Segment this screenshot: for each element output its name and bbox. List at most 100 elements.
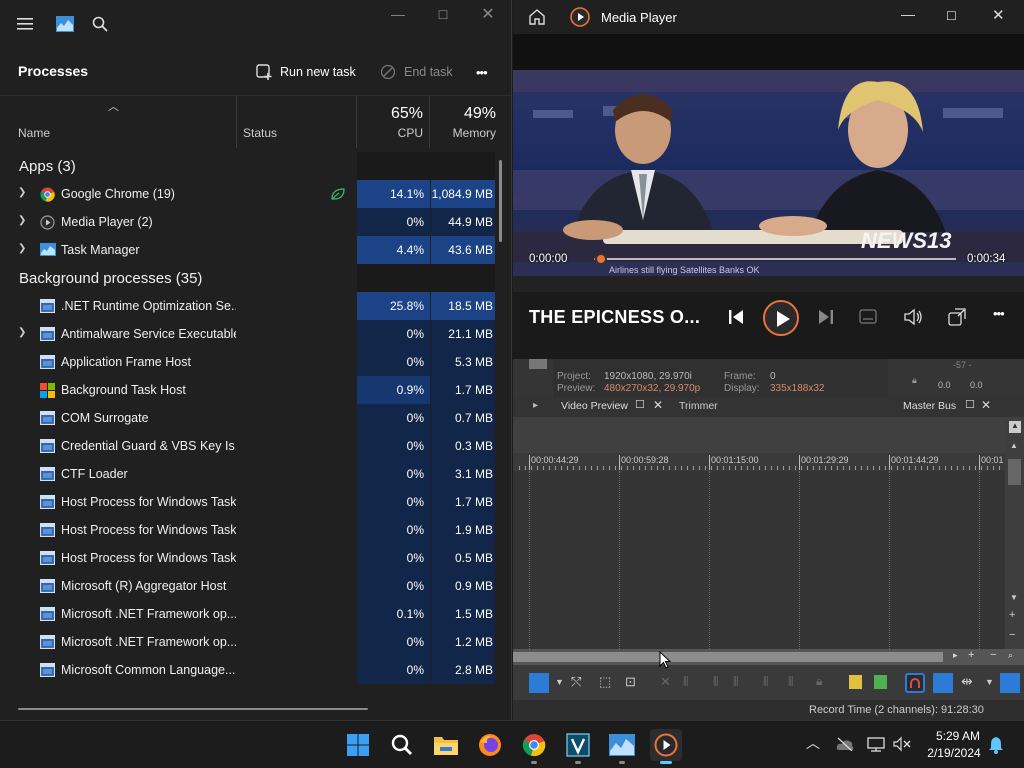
- lock-envelopes-icon[interactable]: [1000, 673, 1020, 693]
- process-row[interactable]: ❯ Google Chrome (19) 14.1% 1,084.9 MB: [0, 180, 500, 208]
- next-icon[interactable]: [817, 308, 835, 326]
- captions-icon[interactable]: [859, 309, 877, 325]
- process-row[interactable]: ❯ Antimalware Service Executable 0% 21.1…: [0, 320, 500, 348]
- process-row[interactable]: Microsoft .NET Framework op... 0% 1.2 MB: [0, 628, 500, 656]
- expand-chevron-icon[interactable]: ❯: [18, 327, 30, 341]
- scroll-down-arrow[interactable]: ▼: [1010, 593, 1018, 602]
- start-button[interactable]: [342, 729, 374, 761]
- tray-overflow-chevron-icon[interactable]: ︿: [806, 733, 820, 753]
- timeline-hscroll[interactable]: ▸ + − ⌕: [513, 649, 1024, 665]
- process-row[interactable]: COM Surrogate 0% 0.7 MB: [0, 404, 500, 432]
- tool-dropdown-arrow[interactable]: ▼: [555, 677, 564, 687]
- process-row[interactable]: Microsoft Common Language... 0% 2.8 MB: [0, 656, 500, 684]
- zoom-in-icon[interactable]: +: [1009, 609, 1015, 621]
- selection-tool-icon[interactable]: ⬚: [599, 674, 611, 690]
- cpu-total[interactable]: 65%: [370, 105, 423, 123]
- trim-end-icon[interactable]: ⫴: [733, 674, 738, 690]
- master-close-icon[interactable]: ✕: [981, 398, 991, 412]
- notification-bell-icon[interactable]: [988, 736, 1004, 754]
- tab-trimmer[interactable]: Trimmer: [679, 400, 718, 412]
- process-row[interactable]: .NET Runtime Optimization Se... 25.8% 18…: [0, 292, 500, 320]
- maximize-button[interactable]: ☐: [428, 8, 458, 28]
- background-section-header[interactable]: Background processes (35): [19, 270, 202, 287]
- timeline-vscroll[interactable]: ▲ ▲ ▼ + −: [1005, 421, 1024, 649]
- marker-icon[interactable]: ▲: [1009, 421, 1021, 433]
- more-options-button[interactable]: •••: [476, 61, 488, 83]
- scroll-up-arrow[interactable]: ▲: [1010, 441, 1018, 450]
- mp-maximize-button[interactable]: ☐: [946, 9, 957, 23]
- memory-total[interactable]: 49%: [440, 105, 496, 123]
- process-row[interactable]: Host Process for Windows Tasks 0% 0.5 MB: [0, 544, 500, 572]
- expand-chevron-icon[interactable]: ❯: [18, 215, 30, 229]
- h-zoom-out-icon[interactable]: −: [990, 649, 996, 661]
- taskbar-firefox[interactable]: [474, 729, 506, 761]
- lock-event-icon[interactable]: 🔒︎: [816, 674, 822, 689]
- play-button[interactable]: [763, 300, 799, 336]
- horizontal-scrollbar[interactable]: [18, 708, 368, 710]
- video-frame[interactable]: NEWS13 Airlines still flying Satellites …: [513, 70, 1024, 292]
- expand-chevron-icon[interactable]: ❯: [18, 243, 30, 257]
- process-row[interactable]: Application Frame Host 0% 5.3 MB: [0, 348, 500, 376]
- zoom-tool-icon[interactable]: ⊡: [625, 674, 636, 690]
- onedrive-icon[interactable]: [836, 737, 854, 751]
- taskbar-file-explorer[interactable]: [430, 729, 462, 761]
- process-row[interactable]: CTF Loader 0% 3.1 MB: [0, 460, 500, 488]
- split-alt-icon[interactable]: ⫴: [788, 674, 793, 690]
- column-cpu[interactable]: CPU: [370, 126, 423, 140]
- mp-minimize-button[interactable]: —: [901, 6, 915, 22]
- vertical-scrollbar[interactable]: [499, 160, 502, 242]
- process-row[interactable]: Microsoft (R) Aggregator Host 0% 0.9 MB: [0, 572, 500, 600]
- volume-icon[interactable]: [903, 308, 923, 326]
- hamburger-menu-icon[interactable]: [13, 12, 37, 36]
- mp-more-button[interactable]: •••: [993, 306, 1005, 321]
- marker-flag-icon[interactable]: [849, 675, 862, 689]
- clock-date[interactable]: 2/19/2024: [922, 746, 986, 760]
- close-button[interactable]: ✕: [473, 4, 503, 24]
- scroll-thumb[interactable]: [1008, 459, 1021, 485]
- ripple-icon[interactable]: ⇹: [961, 673, 973, 690]
- tab-master-bus[interactable]: Master Bus: [903, 400, 956, 412]
- tab-close-icon[interactable]: ✕: [653, 398, 663, 412]
- network-icon[interactable]: [867, 736, 885, 752]
- normal-edit-tool[interactable]: [529, 673, 549, 693]
- taskbar-vegas[interactable]: [562, 729, 594, 764]
- clock-time[interactable]: 5:29 AM: [933, 729, 983, 743]
- process-row[interactable]: Credential Guard & VBS Key Is... 0% 0.3 …: [0, 432, 500, 460]
- zoom-out-icon[interactable]: −: [1009, 629, 1015, 641]
- taskbar-chrome[interactable]: [518, 729, 550, 764]
- process-row[interactable]: Background Task Host 0.9% 1.7 MB: [0, 376, 500, 404]
- minimize-button[interactable]: —: [383, 6, 413, 26]
- mini-player-icon[interactable]: [948, 308, 966, 326]
- previous-icon[interactable]: [727, 308, 745, 326]
- column-name[interactable]: Name: [18, 126, 50, 140]
- time-ruler[interactable]: 00:00:44:29 00:00:59:28 00:01:15:00 00:01:2…: [513, 453, 1005, 471]
- trim-start-icon[interactable]: ⫴: [713, 674, 718, 690]
- process-row[interactable]: Host Process for Windows Tasks 0% 1.7 MB: [0, 488, 500, 516]
- master-undock-icon[interactable]: ☐: [965, 398, 975, 411]
- h-zoom-magnifier-icon[interactable]: ⌕: [1008, 650, 1013, 661]
- hscroll-right-arrow[interactable]: ▸: [953, 650, 958, 661]
- run-new-task-button[interactable]: Run new task: [256, 61, 356, 83]
- tab-undock-icon[interactable]: ☐: [635, 398, 645, 411]
- column-status[interactable]: Status: [243, 126, 277, 140]
- seek-bar[interactable]: [594, 253, 956, 265]
- sort-arrow-icon[interactable]: ︿: [108, 98, 119, 114]
- hscroll-thumb[interactable]: [513, 652, 943, 662]
- taskbar-search-button[interactable]: [386, 729, 418, 761]
- auto-crossfade-icon[interactable]: [933, 673, 953, 693]
- lock-icon[interactable]: 🔒︎: [912, 375, 917, 386]
- timeline-tracks[interactable]: [513, 471, 1005, 649]
- trim-icon[interactable]: ⫴: [683, 674, 688, 690]
- taskbar-media-player[interactable]: [650, 729, 682, 764]
- h-zoom-in-icon[interactable]: +: [968, 649, 974, 661]
- envelope-tool-icon[interactable]: ⤲: [571, 674, 581, 690]
- tab-scroll-arrow[interactable]: ▸: [533, 400, 538, 411]
- split-icon[interactable]: ⫴: [763, 674, 768, 690]
- process-row[interactable]: ❯ Media Player (2) 0% 44.9 MB: [0, 208, 500, 236]
- mp-close-button[interactable]: ✕: [992, 6, 1005, 24]
- tab-video-preview[interactable]: Video Preview: [561, 400, 628, 412]
- process-row[interactable]: Host Process for Windows Tasks 0% 1.9 MB: [0, 516, 500, 544]
- delete-icon[interactable]: ✕: [660, 674, 671, 690]
- expand-chevron-icon[interactable]: ❯: [18, 187, 30, 201]
- ripple-dropdown-arrow[interactable]: ▼: [985, 677, 994, 687]
